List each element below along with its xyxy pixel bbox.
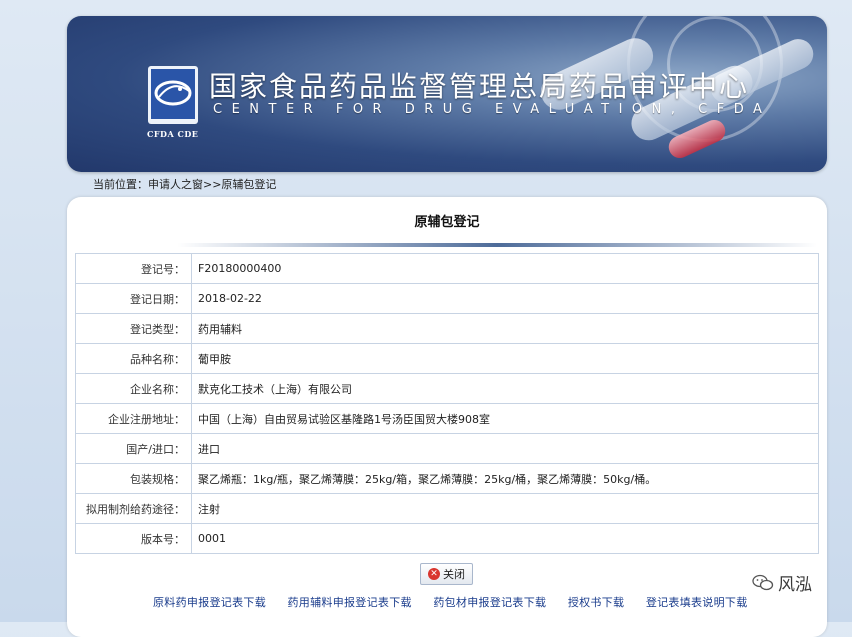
logo-caption: CFDA CDE	[147, 129, 199, 139]
table-row: 登记类型： 药用辅料	[75, 313, 819, 344]
close-button-label: 关闭	[443, 568, 465, 581]
table-row: 登记号： F20180000400	[75, 253, 819, 284]
close-icon: ✕	[428, 568, 440, 580]
field-value: 2018-02-22	[191, 283, 819, 314]
field-value: 进口	[191, 433, 819, 464]
registration-info-table: 登记号： F20180000400 登记日期： 2018-02-22 登记类型： 药用辅料…	[75, 253, 819, 554]
field-value: F20180000400	[191, 253, 819, 284]
breadcrumb: 当前位置：申请人之窗>>原辅包登记	[93, 178, 277, 191]
title-divider	[177, 243, 817, 247]
header-banner: CFDA CDE 国家食品药品监督管理总局药品审评中心 CENTER FOR D…	[67, 16, 827, 172]
table-row: 国产/进口： 进口	[75, 433, 819, 464]
table-row: 企业名称： 默克化工技术（上海）有限公司	[75, 373, 819, 404]
field-label: 登记类型：	[75, 313, 192, 344]
download-packaging-form-link[interactable]: 药包材申报登记表下载	[433, 596, 546, 609]
site-title-cn: 国家食品药品监督管理总局药品审评中心	[209, 70, 750, 103]
field-label: 登记号：	[75, 253, 192, 284]
field-value: 0001	[191, 523, 819, 554]
cfda-logo	[148, 66, 198, 124]
watermark-text: 风泓	[778, 575, 812, 595]
table-row: 版本号： 0001	[75, 523, 819, 554]
watermark: 风泓	[752, 570, 812, 595]
field-label: 拟用制剂给药途径：	[75, 493, 192, 524]
download-excipient-form-link[interactable]: 药用辅料申报登记表下载	[288, 596, 412, 609]
field-value: 聚乙烯瓶：1kg/瓶，聚乙烯薄膜：25kg/箱，聚乙烯薄膜：25kg/桶，聚乙烯…	[191, 463, 819, 494]
table-row: 包装规格： 聚乙烯瓶：1kg/瓶，聚乙烯薄膜：25kg/箱，聚乙烯薄膜：25kg/…	[75, 463, 819, 494]
table-row: 登记日期： 2018-02-22	[75, 283, 819, 314]
download-api-form-link[interactable]: 原料药申报登记表下载	[153, 596, 266, 609]
field-label: 企业名称：	[75, 373, 192, 404]
field-value: 中国（上海）自由贸易试验区基隆路1号汤臣国贸大楼908室	[191, 403, 819, 434]
field-label: 版本号：	[75, 523, 192, 554]
cfda-logo-icon	[151, 69, 195, 119]
table-row: 拟用制剂给药途径： 注射	[75, 493, 819, 524]
table-row: 品种名称： 葡甲胺	[75, 343, 819, 374]
field-label: 登记日期：	[75, 283, 192, 314]
wechat-icon	[752, 574, 774, 590]
field-label: 企业注册地址：	[75, 403, 192, 434]
close-button[interactable]: ✕ 关闭	[420, 563, 473, 585]
field-label: 包装规格：	[75, 463, 192, 494]
table-row: 企业注册地址： 中国（上海）自由贸易试验区基隆路1号汤臣国贸大楼908室	[75, 403, 819, 434]
download-instructions-link[interactable]: 登记表填表说明下载	[646, 596, 748, 609]
site-title-en: CENTER FOR DRUG EVALUATION, CFDA	[213, 102, 772, 117]
field-value: 默克化工技术（上海）有限公司	[191, 373, 819, 404]
registration-panel: 原辅包登记 登记号： F20180000400 登记日期： 2018-02-22 登记类…	[67, 197, 827, 637]
page-title: 原辅包登记	[414, 215, 480, 230]
field-label: 国产/进口：	[75, 433, 192, 464]
field-value: 葡甲胺	[191, 343, 819, 374]
download-authorization-link[interactable]: 授权书下载	[568, 596, 625, 609]
field-label: 品种名称：	[75, 343, 192, 374]
field-value: 药用辅料	[191, 313, 819, 344]
field-value: 注射	[191, 493, 819, 524]
download-links: 原料药申报登记表下载 药用辅料申报登记表下载 药包材申报登记表下载 授权书下载 …	[153, 594, 766, 610]
